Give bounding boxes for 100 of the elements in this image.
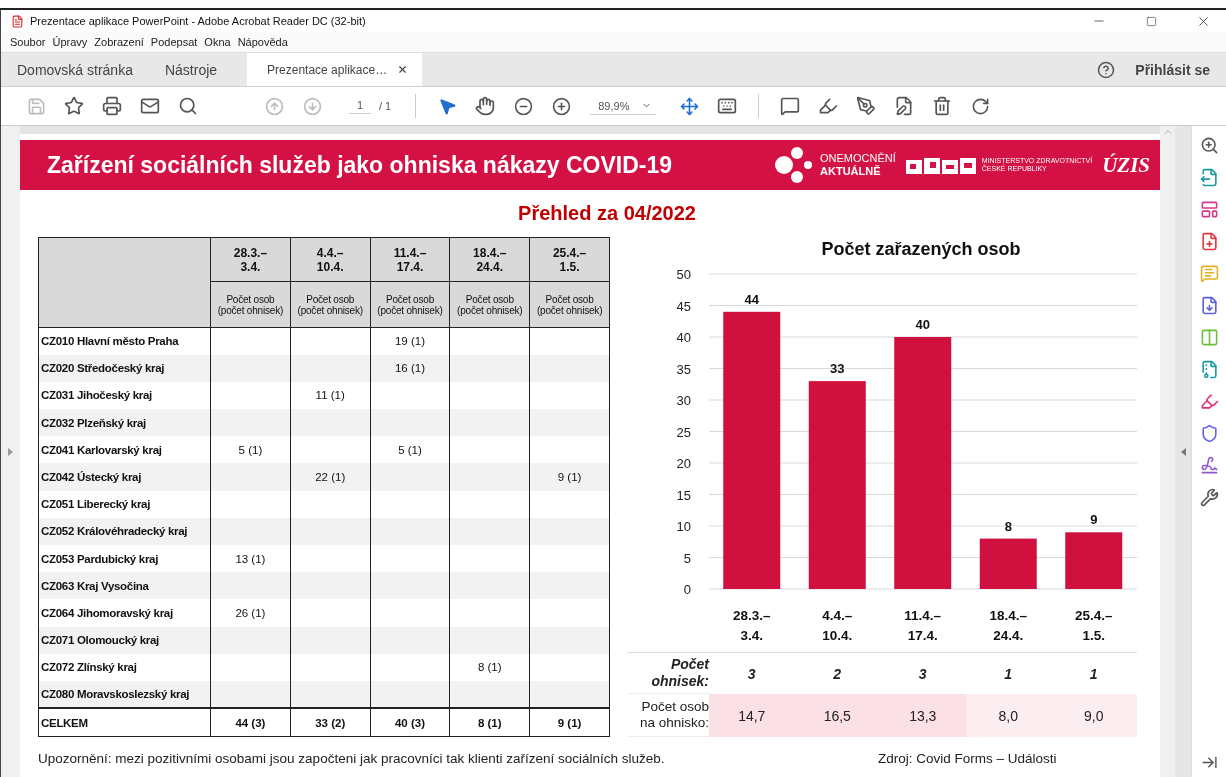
row-header: CZ051 Liberecký kraj <box>38 490 211 518</box>
sign-in-link[interactable]: Přihlásit se <box>1135 61 1210 78</box>
menu-item[interactable]: Nápověda <box>237 36 288 48</box>
axis-tick-label: 40 <box>676 330 691 345</box>
chart-bar <box>1065 532 1123 589</box>
hand-icon[interactable] <box>475 96 496 116</box>
rotate-icon[interactable] <box>970 96 990 116</box>
zoom-field[interactable]: 89,9% <box>590 97 657 115</box>
collapse-panel-icon[interactable] <box>1200 754 1218 771</box>
close-icon[interactable] <box>397 64 409 75</box>
category-label: 25.4.– 1.5. <box>1075 608 1113 643</box>
highlighter-icon[interactable] <box>1199 392 1219 411</box>
collapse-icon[interactable] <box>1180 447 1186 456</box>
data-label: 40 <box>915 317 930 332</box>
mail-icon[interactable] <box>140 96 160 116</box>
help-icon[interactable] <box>1097 60 1116 79</box>
window-title: Prezentace aplikace PowerPoint - Adobe Acrobat Reader DC (32-bit) <box>30 15 367 27</box>
tab[interactable]: Prezentace aplikace… <box>247 53 423 86</box>
compress-icon[interactable] <box>1199 360 1219 379</box>
axis-tick-label: 35 <box>676 361 691 377</box>
dots-logo-icon <box>774 147 815 183</box>
layout-icon[interactable] <box>1199 200 1219 219</box>
column-subheader: Počet osob (počet ohnisek) <box>210 281 291 328</box>
edit-file-icon[interactable] <box>894 96 915 116</box>
column-subheader: Počet osob (počet ohnisek) <box>370 281 450 328</box>
tab[interactable]: Nástroje <box>148 53 234 86</box>
summary-cell-text: 1 <box>1003 664 1014 684</box>
row-header: CZ010 Hlavní město Praha <box>38 327 211 355</box>
row-header: CELKEM <box>38 708 211 737</box>
star-icon[interactable] <box>64 96 84 116</box>
axis-tick-label: 20 <box>676 456 691 471</box>
logo-text: ONEMOCNĚNÍ <box>820 151 896 165</box>
axis-tick-label: 10 <box>676 519 691 534</box>
axis-tick-label: 30 <box>676 393 691 408</box>
search-icon[interactable] <box>178 96 198 116</box>
row-header: CZ020 Středočeský kraj <box>38 354 211 382</box>
table-cell: 9 (1) <box>529 708 610 737</box>
note-text: Upozornění: mezi pozitivními osobami jsou započteni jak pracovníci tak klienti zařízení sociálních služeb. <box>38 751 665 766</box>
category-label: 11.4.– 17.4. <box>904 608 942 643</box>
logo-text: ÚZIS <box>1102 152 1150 178</box>
pen-icon[interactable] <box>856 96 877 116</box>
summary-cell: 16,5 <box>794 694 880 737</box>
zoom-in-icon[interactable] <box>551 96 571 116</box>
summary-cell: 8,0 <box>965 694 1051 737</box>
report-subtitle: Přehled za 04/2022 <box>518 202 696 224</box>
pdf-icon <box>11 14 24 28</box>
table-cell: 8 (1) <box>449 653 530 681</box>
menu-item[interactable]: Podepsat <box>150 36 198 48</box>
trash-icon[interactable] <box>932 96 953 116</box>
table-cell: 44 (3) <box>210 708 291 737</box>
row-label: Počet ohnisek: <box>627 653 709 694</box>
signature-icon[interactable] <box>1199 456 1219 475</box>
category-label: 4.4.– 10.4. <box>822 608 853 643</box>
category-label: 28.3.– 3.4. <box>733 608 771 643</box>
column-header: 25.4.– 1.5. <box>529 237 610 282</box>
print-icon[interactable] <box>102 96 122 116</box>
page-field[interactable]: 1 <box>349 98 371 114</box>
chart-bar <box>979 538 1037 589</box>
table-cell: 22 (1) <box>290 463 371 491</box>
summary-cell: 9,0 <box>1051 694 1137 737</box>
file-down-icon[interactable] <box>1199 296 1219 315</box>
menu-item[interactable]: Soubor <box>10 36 46 48</box>
file-plus-icon[interactable] <box>1199 232 1219 251</box>
menu-item[interactable]: Okna <box>204 36 231 48</box>
row-header: CZ071 Olomoucký kraj <box>38 626 211 654</box>
shield-icon[interactable] <box>1199 424 1219 443</box>
menu-item[interactable]: Úpravy <box>52 36 88 48</box>
row-header: CZ072 Zlínský kraj <box>38 653 211 681</box>
data-label: 44 <box>744 291 759 307</box>
chart-title: Počet zařazených osob <box>821 239 1021 259</box>
table-cell: 16 (1) <box>370 354 450 382</box>
summary-cell-text: 3 <box>917 664 928 684</box>
data-label: 9 <box>1090 512 1098 528</box>
highlighter-icon[interactable] <box>818 96 839 116</box>
summary-cell: 13,3 <box>880 694 966 737</box>
axis-tick-label: 15 <box>676 487 691 503</box>
logo-text: AKTUÁLNĚ <box>820 165 882 179</box>
zoom-out-icon[interactable] <box>513 96 533 116</box>
menu-item[interactable]: Zobrazení <box>94 36 144 48</box>
axis-tick-label: 25 <box>676 424 691 440</box>
column-header: 28.3.– 3.4. <box>210 237 291 282</box>
wrench-icon[interactable] <box>1199 488 1219 507</box>
comment-icon[interactable] <box>780 96 801 116</box>
maximize-icon[interactable] <box>1145 15 1157 27</box>
axis-tick-label: 50 <box>676 267 691 282</box>
axis-tick-label: 5 <box>683 550 691 566</box>
row-header: CZ064 Jihomoravský kraj <box>38 599 211 627</box>
tab[interactable]: Domovská stránka <box>1 53 149 86</box>
table-cell: 33 (2) <box>290 708 371 737</box>
data-label: 33 <box>830 361 845 377</box>
export-icon[interactable] <box>1199 168 1219 187</box>
summary-cell-text: 3 <box>746 664 757 684</box>
table-cell: 19 (1) <box>370 327 450 355</box>
data-label: 8 <box>1004 518 1012 534</box>
cursor-icon[interactable] <box>437 96 457 116</box>
summary-cell-text: 1 <box>1088 664 1099 684</box>
banner-title: Zařízení sociálních služeb jako ohniska nákazy COVID-19 <box>47 151 674 179</box>
column-header: 4.4.– 10.4. <box>290 237 371 282</box>
zoom-icon[interactable] <box>1199 136 1219 155</box>
category-label: 18.4.– 24.4. <box>989 608 1027 643</box>
